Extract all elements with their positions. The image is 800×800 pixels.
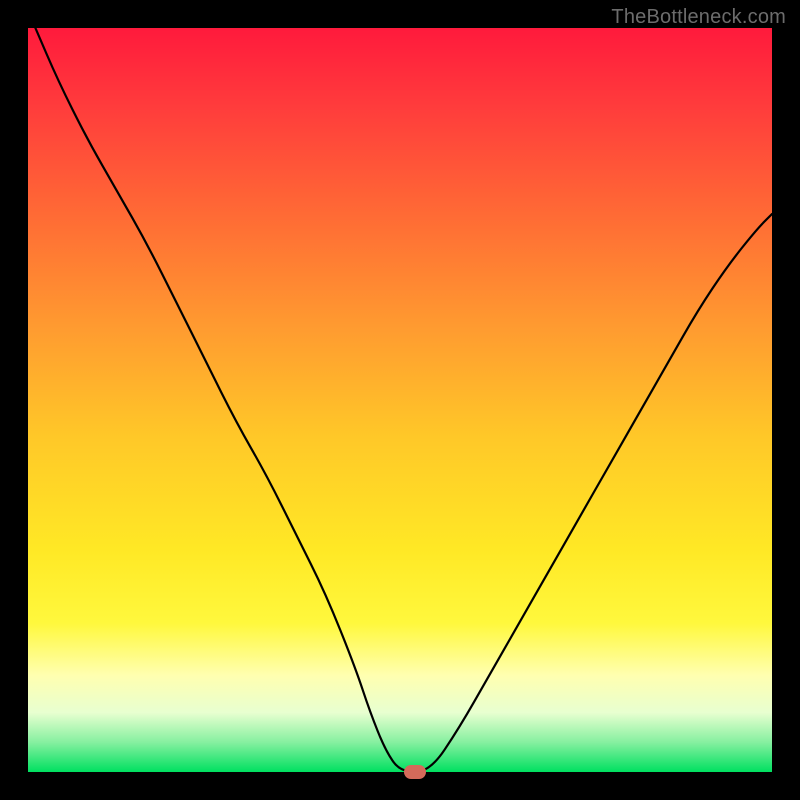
chart-plot-area (28, 28, 772, 772)
optimal-point-marker (404, 765, 426, 779)
bottleneck-curve (28, 28, 772, 772)
watermark-text: TheBottleneck.com (611, 6, 786, 29)
chart-frame: TheBottleneck.com (0, 0, 800, 800)
curve-path (35, 28, 772, 772)
